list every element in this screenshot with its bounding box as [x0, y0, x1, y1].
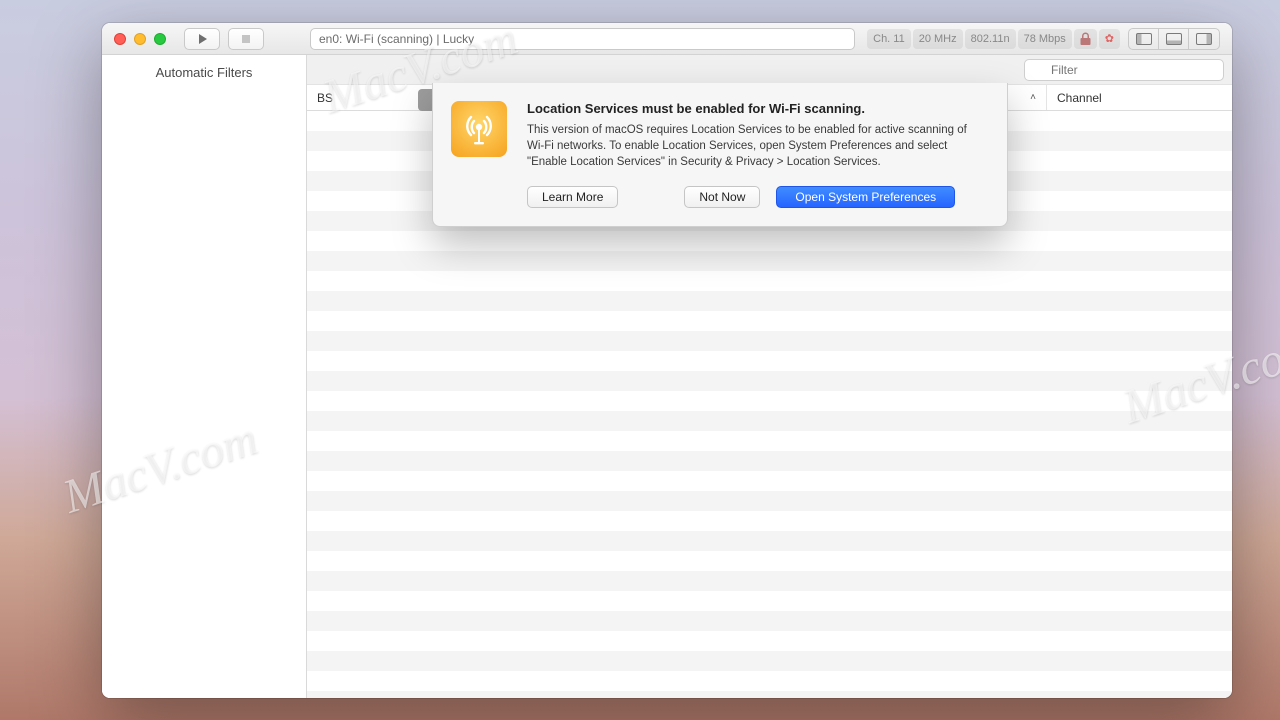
view-sidebar-icon[interactable]	[1129, 29, 1159, 49]
sidebar-heading: Automatic Filters	[102, 65, 306, 80]
titlebar: en0: Wi-Fi (scanning) | Lucky Ch. 11 20 …	[102, 23, 1232, 55]
table-row[interactable]	[307, 331, 1232, 351]
table-row[interactable]	[307, 371, 1232, 391]
wifi-beacon-icon	[459, 109, 499, 149]
table-row[interactable]	[307, 611, 1232, 631]
alert-app-icon	[451, 101, 507, 157]
table-row[interactable]	[307, 551, 1232, 571]
table-row[interactable]	[307, 491, 1232, 511]
table-row[interactable]	[307, 471, 1232, 491]
connection-status: Ch. 11 20 MHz 802.11n 78 Mbps ✿	[867, 29, 1120, 49]
play-button[interactable]	[184, 28, 220, 50]
table-row[interactable]	[307, 271, 1232, 291]
sort-asc-icon: ˄	[1030, 92, 1036, 103]
not-now-button[interactable]: Not Now	[684, 186, 760, 208]
table-row[interactable]	[307, 531, 1232, 551]
play-icon	[196, 33, 208, 45]
table-row[interactable]	[307, 351, 1232, 371]
minimize-window-button[interactable]	[134, 33, 146, 45]
table-row[interactable]	[307, 451, 1232, 471]
table-row[interactable]	[307, 391, 1232, 411]
view-mode-segmented[interactable]	[1128, 28, 1220, 50]
table-row[interactable]	[307, 231, 1232, 251]
table-row[interactable]	[307, 311, 1232, 331]
zoom-window-button[interactable]	[154, 33, 166, 45]
table-row[interactable]	[307, 671, 1232, 691]
table-row[interactable]	[307, 691, 1232, 698]
view-right-icon[interactable]	[1189, 29, 1219, 49]
app-window: en0: Wi-Fi (scanning) | Lucky Ch. 11 20 …	[102, 23, 1232, 698]
table-row[interactable]	[307, 431, 1232, 451]
search-toolbar	[307, 55, 1232, 85]
table-row[interactable]	[307, 631, 1232, 651]
learn-more-button[interactable]: Learn More	[527, 186, 618, 208]
table-row[interactable]	[307, 651, 1232, 671]
stop-button[interactable]	[228, 28, 264, 50]
open-system-preferences-button[interactable]: Open System Preferences	[776, 186, 955, 208]
table-row[interactable]	[307, 571, 1232, 591]
col-channel[interactable]: Channel	[1047, 85, 1232, 110]
stop-icon	[240, 33, 252, 45]
table-row[interactable]	[307, 291, 1232, 311]
table-row[interactable]	[307, 591, 1232, 611]
table-row[interactable]	[307, 511, 1232, 531]
interface-field[interactable]: en0: Wi-Fi (scanning) | Lucky	[310, 28, 855, 50]
table-row[interactable]	[307, 411, 1232, 431]
alert-message: This version of macOS requires Location …	[527, 122, 985, 170]
filter-input[interactable]	[1024, 59, 1224, 81]
alert-title: Location Services must be enabled for Wi…	[527, 101, 985, 116]
interface-field-text: en0: Wi-Fi (scanning) | Lucky	[319, 32, 474, 46]
view-bottom-icon[interactable]	[1159, 29, 1189, 49]
alert-sheet: Location Services must be enabled for Wi…	[432, 83, 1008, 227]
vendor-icon: ✿	[1099, 29, 1120, 49]
close-window-button[interactable]	[114, 33, 126, 45]
sidebar: Automatic Filters	[102, 55, 307, 698]
window-controls	[114, 33, 166, 45]
status-rate: 78 Mbps	[1018, 29, 1072, 49]
status-phy: 802.11n	[965, 29, 1016, 49]
lock-icon	[1074, 29, 1097, 49]
status-channel: Ch. 11	[867, 29, 911, 49]
table-row[interactable]	[307, 251, 1232, 271]
status-bandwidth: 20 MHz	[913, 29, 963, 49]
